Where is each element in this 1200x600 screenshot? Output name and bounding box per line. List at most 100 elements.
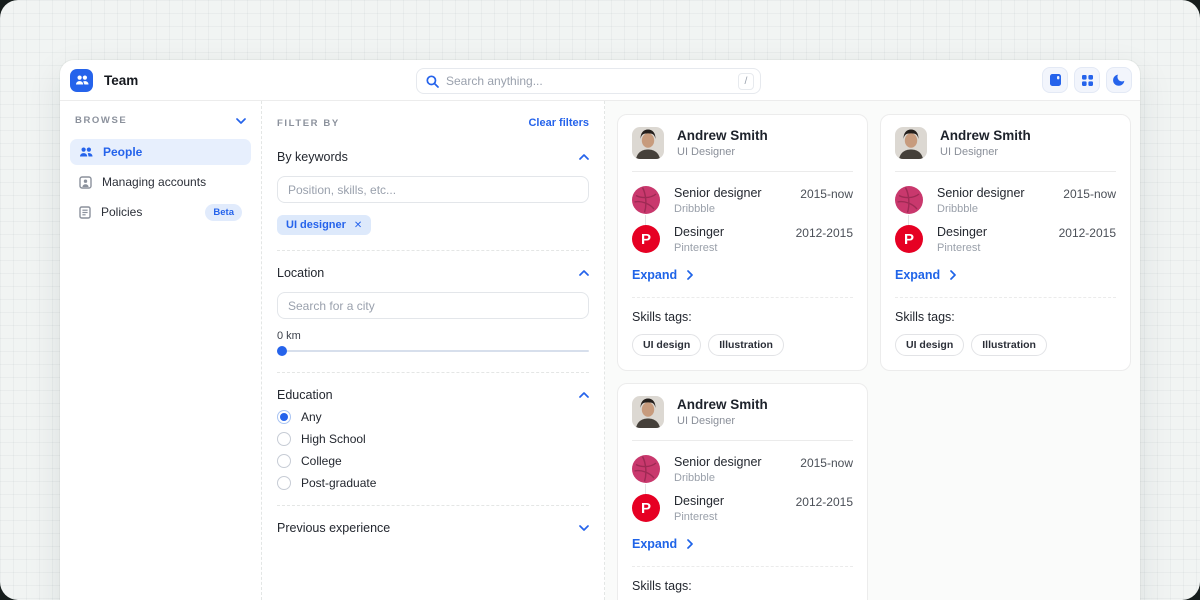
browse-header[interactable]: BROWSE [70,115,251,126]
sidebar-item-people[interactable]: People [70,139,251,165]
results-area: Andrew Smith UI Designer [605,101,1140,600]
skill-tags: UI design Illustration [632,334,853,356]
skill-tag[interactable]: UI design [632,334,701,356]
avatar-photo [895,127,927,159]
app-window: Team / [60,60,1140,600]
people-icon [75,74,89,86]
radio-button[interactable] [277,454,291,468]
sidebar-item-label: People [103,145,142,159]
avatar [632,396,664,428]
skills-label: Skills tags: [895,310,1116,324]
divider [632,440,853,441]
education-section-header[interactable]: Education [277,388,589,402]
browse-label: BROWSE [75,115,127,126]
sidebar: BROWSE People [60,101,262,600]
person-role: UI Designer [940,146,1031,158]
radio-button[interactable] [277,432,291,446]
experience-period: 2012-2015 [796,494,853,509]
experience-period: 2012-2015 [796,225,853,240]
previous-experience-title: Previous experience [277,521,390,535]
radio-option-high-school[interactable]: High School [277,432,589,446]
skills-label: Skills tags: [632,310,853,324]
search-input[interactable] [446,74,738,88]
chevron-down-icon [579,525,589,531]
expand-label: Expand [632,268,677,282]
close-icon[interactable]: ✕ [354,220,362,231]
expand-link[interactable]: Expand [632,268,693,282]
experience-company: Pinterest [937,242,987,254]
pinterest-icon: P [632,494,660,522]
person-card: Andrew Smith UI Designer [880,114,1131,371]
radio-button[interactable] [277,410,291,424]
education-section-title: Education [277,388,333,402]
search-bar[interactable]: / [416,68,761,94]
expand-link[interactable]: Expand [895,268,956,282]
experience-period: 2015-now [800,186,853,201]
radio-option-post-graduate[interactable]: Post-graduate [277,476,589,490]
sidebar-item-policies[interactable]: Policies Beta [70,199,251,225]
keyword-chip-label: UI designer [286,219,346,231]
experience-period: 2015-now [1063,186,1116,201]
sidebar-item-label: Policies [101,205,142,219]
people-icon [79,146,93,158]
experience-row: Senior designer Dribbble 2015-now [632,455,853,484]
experience-company: Dribbble [937,203,1025,215]
dark-mode-button[interactable] [1106,67,1132,93]
experience-list: Senior designer Dribbble 2015-now P Desi… [632,455,853,523]
app-logo [70,69,93,92]
topbar-actions [1042,67,1132,93]
radio-option-college[interactable]: College [277,454,589,468]
experience-title: Senior designer [674,455,762,469]
document-icon [79,206,91,219]
filter-by-label: FILTER BY [277,118,340,129]
experience-title: Senior designer [674,186,762,200]
skill-tag[interactable]: Illustration [708,334,784,356]
radio-button[interactable] [277,476,291,490]
experience-company: Pinterest [674,511,724,523]
keywords-input[interactable] [277,176,589,203]
previous-experience-section-header[interactable]: Previous experience [277,521,589,535]
dribbble-icon [632,186,660,214]
radio-label: College [301,454,342,468]
skill-tags: UI design Illustration [895,334,1116,356]
city-search-input[interactable] [277,292,589,319]
keywords-section-title: By keywords [277,150,348,164]
sidebar-item-label: Managing accounts [102,175,206,189]
chevron-down-icon [236,118,246,124]
avatar-photo [632,127,664,159]
person-name: Andrew Smith [940,128,1031,143]
distance-slider[interactable] [277,345,589,357]
avatar-photo [632,396,664,428]
chevron-up-icon [579,392,589,398]
pinterest-icon: P [632,225,660,253]
chevron-right-icon [950,270,956,280]
keyword-chip[interactable]: UI designer ✕ [277,215,371,235]
experience-period: 2012-2015 [1059,225,1116,240]
clear-filters-link[interactable]: Clear filters [528,117,589,129]
location-section-header[interactable]: Location [277,266,589,280]
book-button[interactable] [1042,67,1068,93]
experience-list: Senior designer Dribbble 2015-now P Desi… [895,186,1116,254]
person-card: Andrew Smith UI Designer [617,383,868,600]
expand-link[interactable]: Expand [632,537,693,551]
divider [632,297,853,298]
experience-period: 2015-now [800,455,853,470]
person-role: UI Designer [677,415,768,427]
experience-title: Desinger [937,225,987,239]
apps-grid-button[interactable] [1074,67,1100,93]
filter-panel: FILTER BY Clear filters By keywords UI d… [262,101,605,600]
sidebar-item-managing-accounts[interactable]: Managing accounts [70,169,251,195]
slider-thumb[interactable] [277,346,287,356]
avatar [895,127,927,159]
keywords-section-header[interactable]: By keywords [277,150,589,164]
person-name: Andrew Smith [677,397,768,412]
slider-track [277,350,589,352]
dribbble-icon [895,186,923,214]
skill-tag[interactable]: Illustration [971,334,1047,356]
skill-tag[interactable]: UI design [895,334,964,356]
experience-company: Dribbble [674,203,762,215]
radio-option-any[interactable]: Any [277,410,589,424]
divider [632,171,853,172]
divider [632,566,853,567]
experience-row: P Desinger Pinterest 2012-2015 [632,225,853,254]
